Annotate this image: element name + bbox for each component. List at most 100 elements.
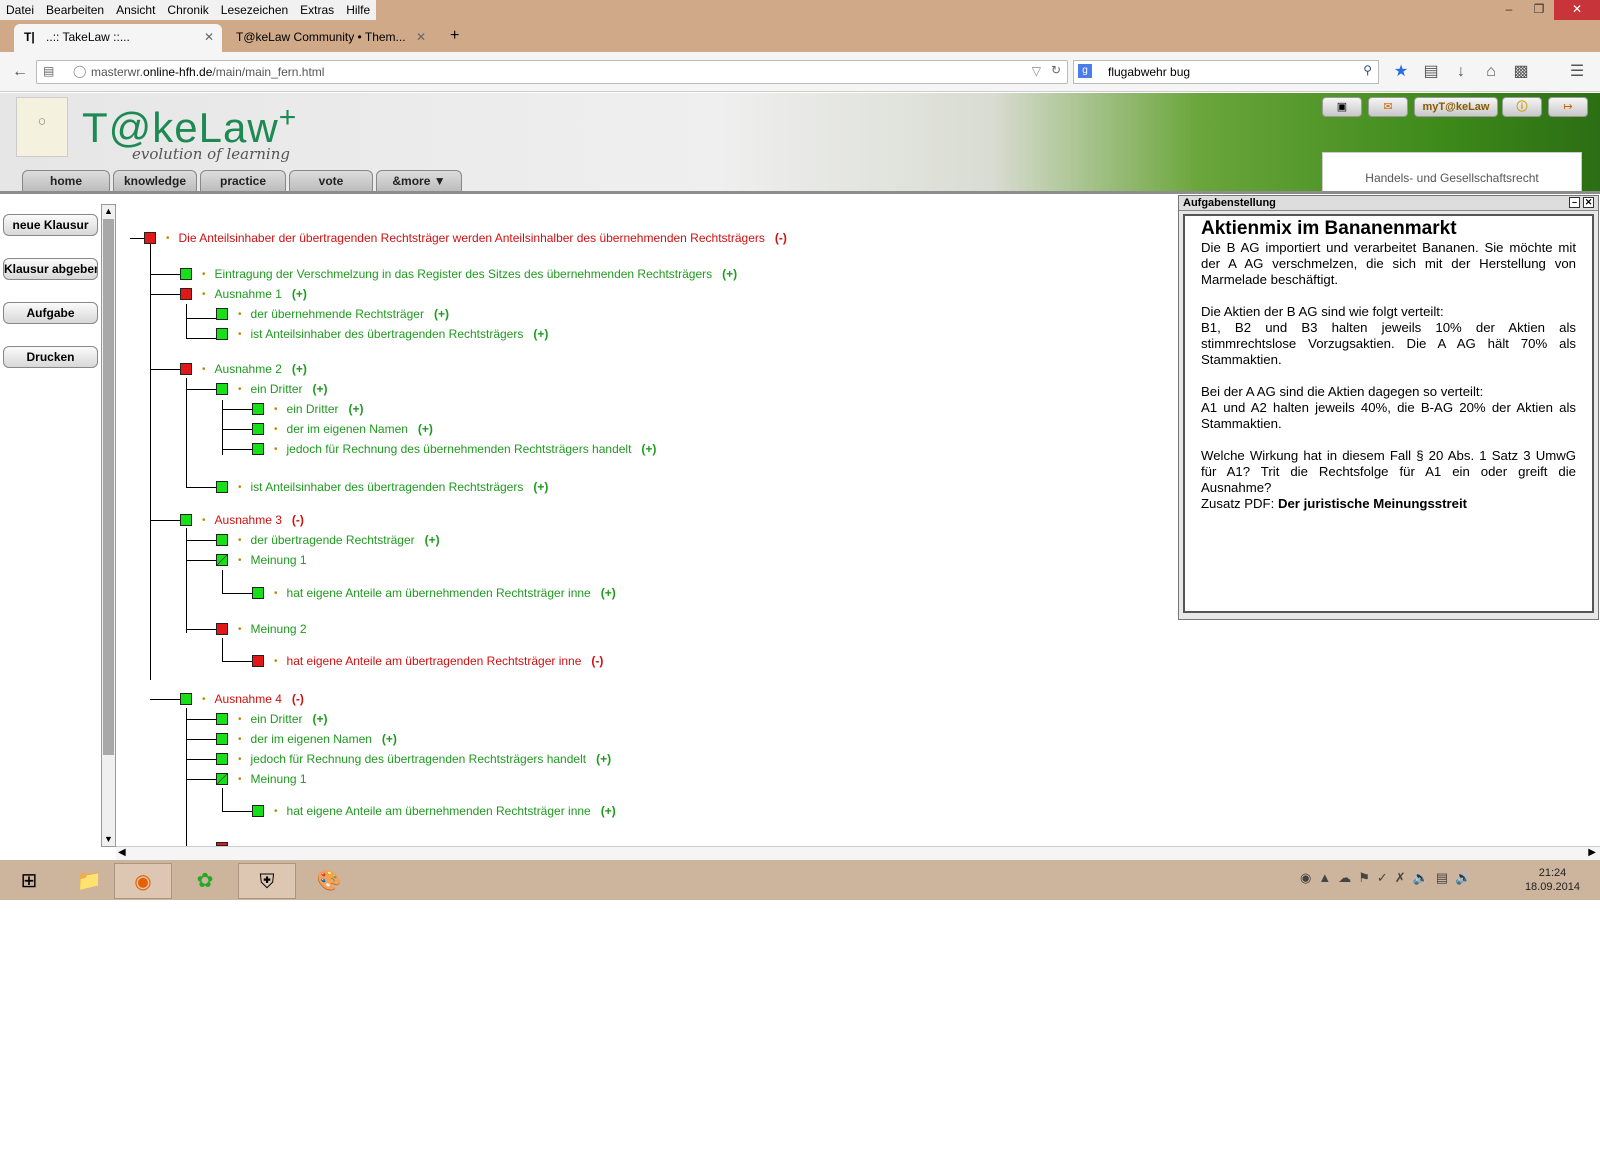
tab-takelaw[interactable]: T| ..:: TakeLaw ::... ✕ <box>14 24 222 52</box>
scroll-left-icon[interactable]: ◀ <box>118 847 126 858</box>
tree-node[interactable]: • der im eigenen Namen (+) <box>216 731 397 747</box>
minimize-icon[interactable]: – <box>1494 0 1524 20</box>
new-tab-icon[interactable]: + <box>444 24 470 52</box>
minimize-panel-icon[interactable]: – <box>1569 197 1580 208</box>
tree-node[interactable]: • Eintragung der Verschmelzung in das Reg… <box>180 266 737 282</box>
nav-vote[interactable]: vote <box>289 170 373 192</box>
home-icon[interactable]: ⌂ <box>1479 60 1503 84</box>
menu-hilfe[interactable]: Hilfe <box>340 0 376 20</box>
windows-start-icon[interactable]: ⊞ <box>0 863 58 899</box>
tree-node[interactable]: • ein Dritter (+) <box>216 381 328 397</box>
tree-node[interactable]: • Meinung 2 <box>216 621 317 637</box>
network-icon[interactable]: ◉ <box>1300 870 1311 886</box>
tree-node[interactable]: • ist Anteilsinhaber des übertragenden Re… <box>216 326 548 342</box>
pdf-link[interactable]: Der juristische Meinungsstreit <box>1278 496 1467 511</box>
info-icon[interactable]: ⓘ <box>1502 97 1542 117</box>
world-of-tanks-icon[interactable]: ⛨ <box>238 863 296 899</box>
tree-node[interactable]: • Ausnahme 4 (-) <box>180 691 304 707</box>
menu-extras[interactable]: Extras <box>294 0 340 20</box>
clock[interactable]: 21:24 18.09.2014 <box>1525 866 1580 894</box>
cloud-icon[interactable]: ☁ <box>1338 870 1351 886</box>
horizontal-scrollbar[interactable]: ◀ ▶ <box>116 846 1600 860</box>
bookmarks-list-icon[interactable]: ▤ <box>1419 60 1443 84</box>
nav-knowledge[interactable]: knowledge <box>113 170 197 192</box>
tree-node[interactable]: • Meinung 1 <box>216 771 317 787</box>
reload-icon[interactable]: ↻ <box>1051 63 1061 77</box>
bookmark-star-icon[interactable]: ★ <box>1389 60 1413 84</box>
dropdown-arrow-icon[interactable]: ▽ <box>1032 64 1041 78</box>
addon-icon[interactable]: ▩ <box>1509 60 1533 84</box>
download-icon[interactable]: ↓ <box>1449 60 1473 84</box>
tree-node[interactable]: • Ausnahme 1 (+) <box>180 286 307 302</box>
security-icon[interactable]: ▲ <box>1318 870 1331 886</box>
chat-icon[interactable]: ▣ <box>1322 97 1362 117</box>
tree-node[interactable]: • ist Anteilsinhaber des übertragenden Re… <box>216 479 548 495</box>
globe-icon: ◯ <box>73 64 87 78</box>
tree-node[interactable]: • der übertragende Rechtsträger (+) <box>216 532 440 548</box>
tab-community[interactable]: T@keLaw Community • Them... ✕ <box>226 24 434 52</box>
print-button[interactable]: Drucken <box>3 346 98 368</box>
paint-icon[interactable]: 🎨 <box>300 863 358 899</box>
tool-icon[interactable]: ✗ <box>1395 870 1406 886</box>
search-bar[interactable]: g flugabwehr bug ⚲ <box>1073 60 1379 84</box>
submit-exam-button[interactable]: Klausur abgeben <box>3 258 98 280</box>
logout-icon[interactable]: ↦ <box>1548 97 1588 117</box>
back-icon[interactable]: ← <box>8 60 32 84</box>
firefox-icon[interactable]: ◉ <box>114 863 172 899</box>
speaker-icon[interactable]: 🔈 <box>1413 870 1429 886</box>
hamburger-menu-icon[interactable]: ☰ <box>1565 60 1589 84</box>
nav-more[interactable]: &more ▼ <box>376 170 462 192</box>
mail-icon[interactable]: ✉ <box>1368 97 1408 117</box>
check-icon[interactable]: ✓ <box>1377 870 1388 886</box>
tree-node[interactable]: • ein Dritter (+) <box>216 711 328 727</box>
takelaw-favicon-icon: T| <box>24 30 35 44</box>
flag-icon[interactable]: ⚑ <box>1358 870 1370 886</box>
task-button[interactable]: Aufgabe <box>3 302 98 324</box>
restore-icon[interactable]: ❐ <box>1524 0 1554 20</box>
file-explorer-icon[interactable]: 📁 <box>60 863 118 899</box>
close-window-icon[interactable]: ✕ <box>1554 0 1600 20</box>
monitor-icon[interactable]: ▤ <box>1436 870 1448 886</box>
nav-home[interactable]: home <box>22 170 110 192</box>
tree-node[interactable]: • Meinung 1 <box>216 552 317 568</box>
menu-datei[interactable]: Datei <box>0 0 40 20</box>
tree-node[interactable]: • jedoch für Rechnung des übernehmenden R… <box>252 441 656 457</box>
windows-taskbar: ⊞ 📁 ◉ ✿ ⛨ 🎨 ◉ ▲ ☁ ⚑ ✓ ✗ 🔈 ▤ 🔊 21:24 18.0… <box>0 860 1600 900</box>
new-exam-button[interactable]: neue Klausur <box>3 214 98 236</box>
tree-node[interactable]: • Ausnahme 2 (+) <box>180 361 307 377</box>
scrollbar-thumb[interactable] <box>103 219 114 755</box>
close-tab-icon[interactable]: ✕ <box>416 30 426 44</box>
tree-node[interactable]: • Ausnahme 3 (-) <box>180 512 304 528</box>
icq-icon[interactable]: ✿ <box>176 863 234 899</box>
tree-node[interactable]: • hat eigene Anteile am übernehmenden Rec… <box>252 585 616 601</box>
tree-node-root[interactable]: • Die Anteilsinhaber der übertragenden Re… <box>144 230 787 246</box>
menu-lesezeichen[interactable]: Lesezeichen <box>215 0 294 20</box>
volume-icon[interactable]: 🔊 <box>1455 870 1471 886</box>
nav-practice[interactable]: practice <box>200 170 286 192</box>
page-info-icon[interactable]: ▤ <box>43 64 54 78</box>
status-red-icon <box>180 363 192 375</box>
status-green-icon <box>252 423 264 435</box>
vertical-scrollbar[interactable]: ▲ ▼ <box>101 204 116 847</box>
tree-node[interactable]: • hat eigene Anteile am übernehmenden Rec… <box>252 803 616 819</box>
menu-ansicht[interactable]: Ansicht <box>110 0 161 20</box>
close-panel-icon[interactable]: ✕ <box>1583 197 1594 208</box>
tree-node[interactable]: • ein Dritter (+) <box>252 401 364 417</box>
close-tab-icon[interactable]: ✕ <box>204 30 214 44</box>
task-paragraph: Bei der A AG sind die Aktien dagegen so … <box>1201 384 1576 431</box>
task-panel-header[interactable]: Aufgabenstellung – ✕ <box>1179 196 1598 211</box>
menu-bearbeiten[interactable]: Bearbeiten <box>40 0 110 20</box>
tree-node[interactable]: • der übernehmende Rechtsträger (+) <box>216 306 449 322</box>
tree-node[interactable]: • der im eigenen Namen (+) <box>252 421 433 437</box>
scroll-down-icon[interactable]: ▼ <box>102 833 115 846</box>
search-icon[interactable]: ⚲ <box>1363 63 1372 77</box>
status-green-icon <box>216 773 228 785</box>
myt-kelaw-button[interactable]: myT@keLaw <box>1414 97 1498 117</box>
scroll-right-icon[interactable]: ▶ <box>1588 847 1596 858</box>
scroll-up-icon[interactable]: ▲ <box>102 205 115 218</box>
search-engine-icon[interactable]: g <box>1078 64 1092 78</box>
tree-node[interactable]: • hat eigene Anteile am übertragenden Rec… <box>252 653 603 669</box>
url-bar[interactable]: ▤ ◯ masterwr.online-hfh.de/main/main_fer… <box>36 60 1068 84</box>
menu-chronik[interactable]: Chronik <box>161 0 214 20</box>
tree-node[interactable]: • jedoch für Rechnung des übertragenden R… <box>216 751 611 767</box>
